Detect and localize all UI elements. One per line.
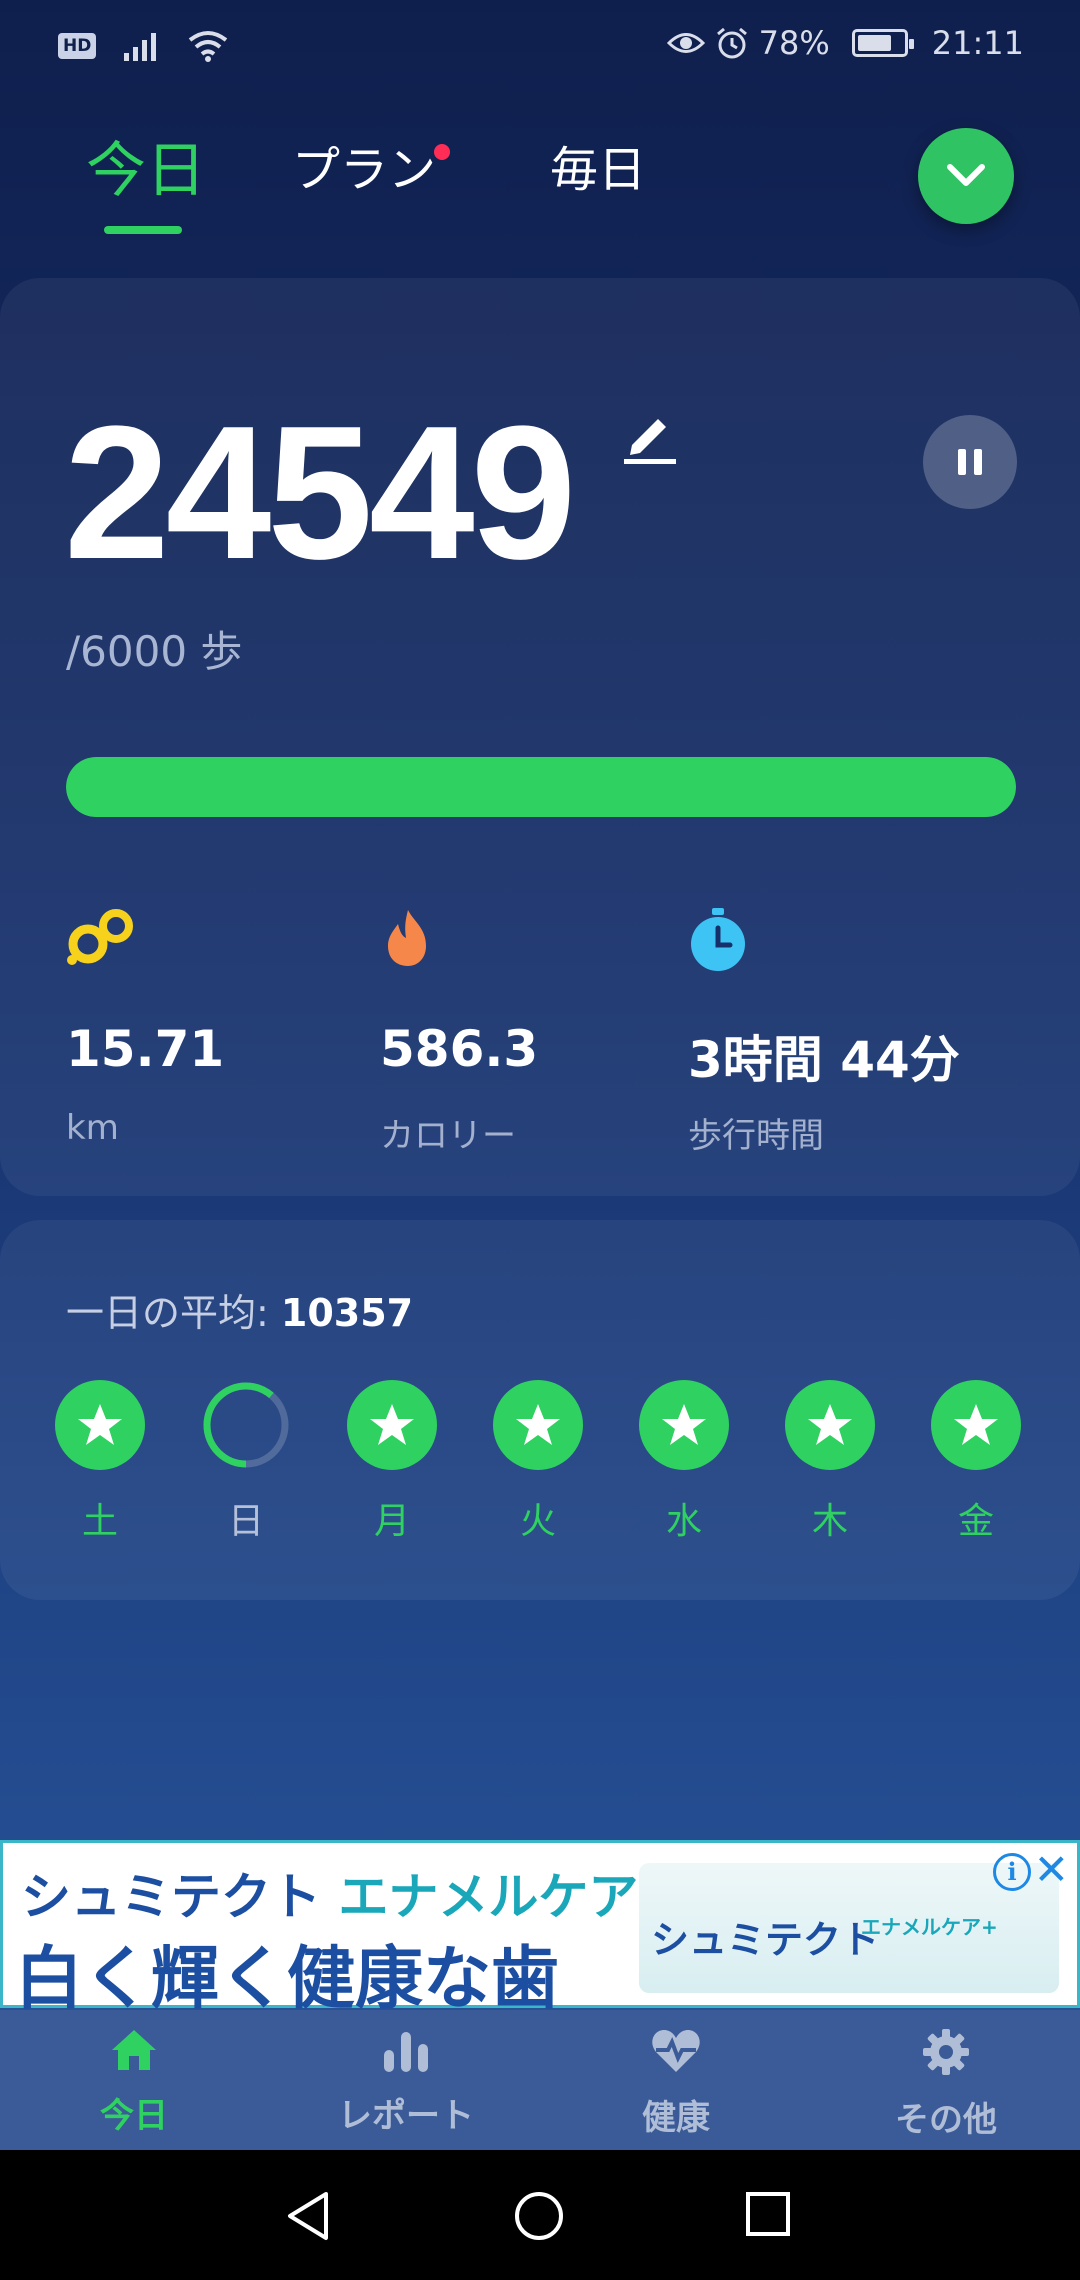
status-left: HD	[58, 30, 228, 62]
nav-report[interactable]: レポート	[296, 2028, 516, 2137]
nav-other[interactable]: その他	[836, 2028, 1056, 2141]
battery-fill	[857, 35, 891, 51]
battery-icon	[851, 29, 914, 57]
day-label: 水	[665, 1501, 702, 1542]
day-item: 金	[926, 1380, 1026, 1544]
nav-report-label: レポート	[338, 2096, 474, 2136]
star-icon	[808, 1404, 852, 1445]
alarm-icon	[716, 27, 747, 59]
dropdown-button[interactable]	[918, 128, 1014, 224]
nav-health[interactable]: 健康	[566, 2028, 786, 2139]
distance-value: 15.71	[66, 1020, 225, 1078]
ad-product-sub: エナメルケア+	[861, 1915, 998, 1939]
chevron-down-icon	[947, 164, 985, 186]
star-icon	[954, 1404, 998, 1445]
day-item: 月	[342, 1380, 442, 1544]
day-achieved-badge	[639, 1380, 729, 1470]
heart-pulse-icon	[652, 2030, 700, 2072]
home-circle-icon[interactable]	[513, 2190, 565, 2242]
walk-time-label: 歩行時間	[688, 1116, 824, 1156]
calories-label: カロリー	[380, 1116, 516, 1156]
ad-close-icon[interactable]: ✕	[1034, 1849, 1069, 1891]
status-right: 78% 21:11	[666, 24, 1024, 62]
tab-daily[interactable]: 毎日	[550, 130, 646, 200]
day-achieved-badge	[785, 1380, 875, 1470]
day-label: 木	[811, 1501, 848, 1542]
system-nav-bar	[0, 2150, 1080, 2280]
day-progress-ring	[201, 1380, 291, 1470]
recents-icon[interactable]	[744, 2190, 792, 2238]
average-label: 一日の平均:	[66, 1291, 281, 1335]
active-tab-indicator	[104, 226, 182, 234]
tab-plan[interactable]: プラン	[292, 130, 436, 200]
daily-average: 一日の平均: 10357	[66, 1282, 413, 1337]
day-achieved-badge	[493, 1380, 583, 1470]
ad-tagline: 白く輝く健康な歯	[15, 1940, 560, 2019]
eye-icon	[666, 33, 705, 53]
day-item: 水	[634, 1380, 734, 1544]
hd-badge: HD	[58, 33, 97, 59]
gear-icon	[923, 2029, 969, 2075]
calories-value: 586.3	[380, 1020, 539, 1078]
battery-percent: 78%	[758, 24, 830, 62]
bar-chart-icon	[384, 2032, 428, 2072]
pause-button[interactable]	[923, 415, 1017, 509]
nav-other-label: その他	[895, 2100, 997, 2140]
ad-info-icon[interactable]: i	[993, 1853, 1031, 1891]
nav-today-label: 今日	[100, 2096, 168, 2136]
day-label: 月	[373, 1501, 410, 1542]
weekly-average-card: 一日の平均: 10357 土 日 月 火 水 木 金	[0, 1220, 1080, 1600]
star-icon	[516, 1404, 560, 1445]
day-label: 火	[519, 1501, 556, 1542]
ad-banner[interactable]: シュミテクト エナメルケア+ 白く輝く健康な歯 シュミテクト エナメルケア+ i…	[0, 1840, 1080, 2019]
today-card: 24549 /6000 歩 15.71 km 586.3 カロリー 3時間 44…	[0, 278, 1080, 1196]
ad-product-line: エナメルケア+	[338, 1868, 681, 1926]
bottom-nav: 今日 レポート 健康 その他	[0, 2010, 1080, 2150]
nav-health-label: 健康	[642, 2098, 710, 2138]
average-value: 10357	[280, 1291, 414, 1335]
step-progress-fill	[66, 757, 1016, 817]
nav-today[interactable]: 今日	[24, 2028, 244, 2137]
day-achieved-badge	[55, 1380, 145, 1470]
day-label: 金	[957, 1501, 994, 1542]
tab-today[interactable]: 今日	[86, 122, 206, 209]
status-bar: HD 78% 21:11	[0, 0, 1080, 90]
day-achieved-badge	[347, 1380, 437, 1470]
walk-time-value: 3時間 44分	[688, 1031, 960, 1089]
pause-icon	[958, 449, 982, 475]
step-count: 24549	[64, 387, 576, 599]
back-icon[interactable]	[284, 2190, 334, 2242]
star-icon	[78, 1404, 122, 1445]
plan-notification-dot	[434, 144, 450, 160]
day-item: 土	[50, 1380, 150, 1544]
edit-icon[interactable]	[618, 403, 682, 467]
day-item: 火	[488, 1380, 588, 1544]
flame-icon	[388, 910, 426, 966]
home-icon	[112, 2030, 156, 2070]
wifi-icon	[189, 31, 228, 62]
day-item: 日	[196, 1380, 296, 1544]
day-item: 木	[780, 1380, 880, 1544]
ad-product-name: シュミテクト	[651, 1918, 880, 1962]
ad-brand: シュミテクト	[21, 1868, 321, 1926]
clock: 21:11	[931, 24, 1024, 62]
distance-label: km	[66, 1108, 119, 1148]
day-label: 土	[81, 1501, 118, 1542]
ad-headline: シュミテクト エナメルケア+	[21, 1857, 680, 1929]
signal-icon	[124, 33, 157, 61]
step-goal: /6000 歩	[66, 627, 243, 676]
stopwatch-icon	[691, 908, 745, 971]
day-achieved-badge	[931, 1380, 1021, 1470]
star-icon	[662, 1404, 706, 1445]
footprint-icon	[67, 909, 133, 965]
progress-ring-icon	[203, 1382, 289, 1468]
day-label: 日	[227, 1501, 264, 1542]
step-progress-bar	[66, 757, 1016, 817]
star-icon	[370, 1404, 414, 1445]
